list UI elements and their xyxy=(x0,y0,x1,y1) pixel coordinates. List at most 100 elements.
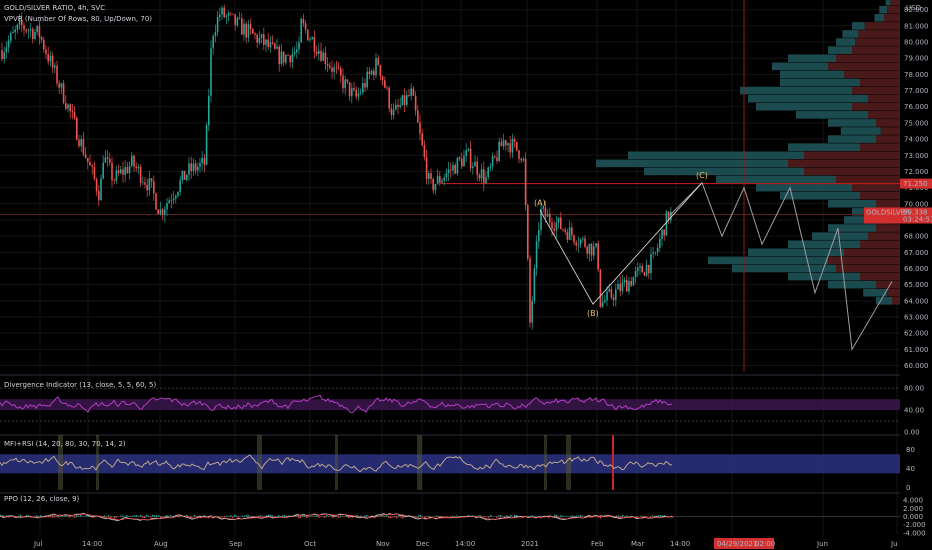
candle-body xyxy=(500,141,503,147)
candle-body xyxy=(390,108,393,116)
vpvr-up-bar xyxy=(732,264,836,273)
candle-body xyxy=(509,143,511,153)
candle-body xyxy=(538,229,540,242)
candle-body xyxy=(520,159,522,161)
candle-body xyxy=(302,18,305,24)
ppo-hist-bar xyxy=(104,515,106,517)
time-axis[interactable]: Jul 14:00 Aug Sep Oct Nov Dec 14:00 2021 Feb Mar 14… xyxy=(0,537,932,550)
ppo-hist-bar xyxy=(488,516,490,518)
divergence-band xyxy=(0,399,900,411)
vpvr-up-bar xyxy=(879,5,888,14)
candle-body xyxy=(357,93,360,97)
ppo-hist-bar xyxy=(480,515,482,517)
ppo-hist-bar xyxy=(244,515,246,517)
ppo-hist-bar xyxy=(110,516,112,518)
candle-body xyxy=(577,244,580,246)
ppo-hist-bar xyxy=(562,515,564,517)
vpvr-up-bar xyxy=(828,135,876,143)
ppo-hist-bar xyxy=(116,516,118,518)
ppo-hist-bar xyxy=(396,516,398,519)
candle-body xyxy=(183,170,186,180)
candle-body xyxy=(630,280,632,286)
candle-body xyxy=(564,229,566,232)
candle-body xyxy=(535,241,538,269)
vpvr-up-bar xyxy=(796,111,868,119)
candle-body xyxy=(32,29,34,40)
candle-body xyxy=(29,29,32,31)
candle-body xyxy=(650,254,652,274)
candle-body xyxy=(238,17,241,19)
ppo-hist-bar xyxy=(326,514,328,517)
candle-body xyxy=(557,217,560,223)
vpvr-down-bar xyxy=(836,264,900,273)
ppo-hist-bar xyxy=(340,515,342,517)
candle-body xyxy=(34,31,36,40)
ppo-hist-bar xyxy=(238,516,240,518)
candle-body xyxy=(203,157,206,165)
candle-body xyxy=(590,243,593,256)
time-label: 14:00 xyxy=(82,540,102,548)
ppo-hist-bar xyxy=(284,515,286,517)
ppo-hist-bar xyxy=(246,514,248,517)
ppo-hist-bar xyxy=(342,516,344,518)
candle-body xyxy=(139,166,142,183)
mfi-highlight-3 xyxy=(335,435,338,490)
candle-body xyxy=(40,37,43,40)
candle-body xyxy=(599,269,602,307)
candle-body xyxy=(146,184,148,191)
candle-body xyxy=(326,63,329,66)
candle-body xyxy=(137,166,140,169)
price-tick-label: 76.000 xyxy=(904,103,929,111)
candle-body xyxy=(293,52,296,54)
candle-body xyxy=(260,34,263,38)
candle-body xyxy=(388,87,390,109)
price-tick-label: 77.000 xyxy=(904,87,929,95)
vpvr-title: VPVR (Number Of Rows, 80, Up/Down, 70) xyxy=(4,15,152,23)
volume-profile xyxy=(596,0,900,305)
ppo-hist-bar xyxy=(500,515,502,517)
vpvr-down-bar xyxy=(860,191,900,200)
candle-body xyxy=(1,50,3,60)
ppo-hist-bar xyxy=(490,514,492,517)
vpvr-down-bar xyxy=(852,183,900,192)
vpvr-down-bar xyxy=(876,119,900,127)
ppo-hist-bar xyxy=(626,515,628,517)
candle-body xyxy=(113,180,115,181)
candle-body xyxy=(221,7,223,15)
ppo-hist-bar xyxy=(528,516,530,517)
vpvr-up-bar xyxy=(788,143,860,151)
candle-body xyxy=(205,125,208,165)
candle-body xyxy=(269,42,272,47)
candle-body xyxy=(392,109,395,116)
ppo-hist-bar xyxy=(606,516,608,518)
mfi-red-marker xyxy=(612,435,614,490)
candle-body xyxy=(320,50,322,61)
vpvr-down-bar xyxy=(860,240,900,249)
vpvr-down-bar xyxy=(852,46,900,54)
wave-label-1: (B) xyxy=(587,309,599,318)
divergence-tick: 40.00 xyxy=(904,407,924,415)
candle-body xyxy=(120,169,122,174)
ppo-hist-bar xyxy=(530,515,532,517)
vpvr-up-bar xyxy=(716,175,836,184)
candle-body xyxy=(95,178,98,192)
candle-body xyxy=(511,139,514,153)
vpvr-down-bar xyxy=(868,94,900,103)
candle-body xyxy=(197,166,199,171)
candle-body xyxy=(43,39,45,50)
candle-body xyxy=(78,139,80,147)
candle-body xyxy=(282,51,285,63)
price-tick-label: 67.000 xyxy=(904,249,929,257)
ppo-hist-bar xyxy=(384,515,386,517)
candle-body xyxy=(595,243,597,247)
wave-label-0: (A) xyxy=(534,198,546,207)
vpvr-up-bar xyxy=(740,86,852,95)
time-label: Sep xyxy=(229,540,243,548)
vpvr-down-bar xyxy=(876,224,900,232)
candle-body xyxy=(386,87,388,89)
ppo-hist-bar xyxy=(580,514,582,517)
time-label: Nov xyxy=(376,540,390,548)
candle-body xyxy=(287,55,289,56)
trading-chart[interactable]: (A)(B)(C) 82.00081.00080.00079.00078.000… xyxy=(0,0,932,550)
price-tick-label: 63.000 xyxy=(904,314,929,322)
